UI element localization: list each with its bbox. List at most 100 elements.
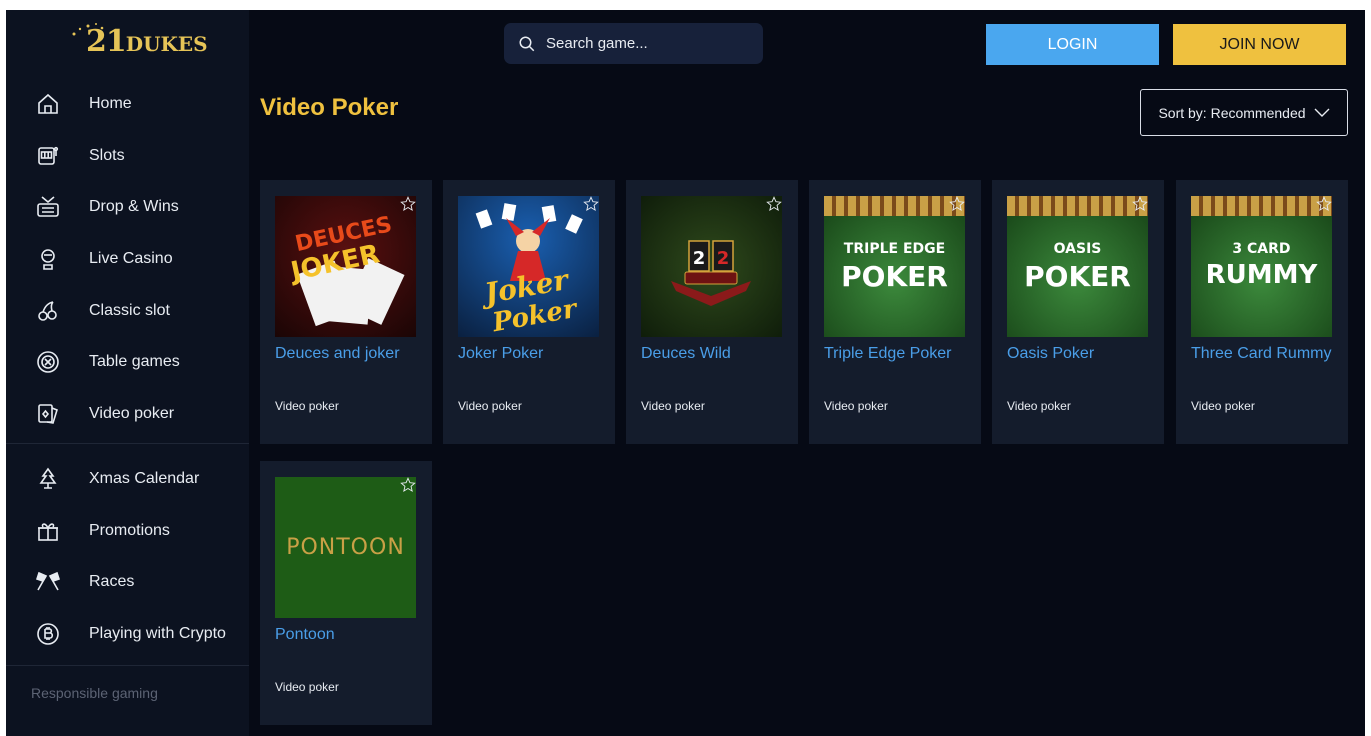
drops-wins-icon — [36, 195, 60, 219]
cherries-icon — [36, 299, 60, 323]
cards-art-icon: DEUCES JOKER — [286, 212, 405, 327]
sort-label: Sort by: Recommended — [1158, 104, 1306, 121]
art-text: POKER — [1024, 260, 1131, 293]
sidebar-item-label: Classic slot — [89, 301, 170, 319]
favorite-star-icon[interactable] — [766, 196, 784, 214]
game-card-joker-poker[interactable]: Joker Poker Joker Poker Video poker — [443, 180, 615, 444]
game-category: Video poker — [1007, 399, 1071, 413]
home-icon — [36, 92, 60, 116]
sidebar-item-label: Home — [89, 94, 132, 112]
slot-machine-icon — [36, 144, 60, 168]
game-card-triple-edge-poker[interactable]: TRIPLE EDGE POKER Triple Edge Poker Vide… — [809, 180, 981, 444]
art-text: TRIPLE EDGE — [843, 241, 946, 257]
game-card-pontoon[interactable]: PONTOON Pontoon Video poker — [260, 461, 432, 725]
sidebar-nav-secondary: Xmas Calendar Promotions Races Playing w… — [6, 453, 249, 660]
search-icon — [519, 36, 535, 51]
search-input[interactable]: Search game... — [504, 23, 763, 64]
sidebar-item-label: Table games — [89, 353, 180, 371]
favorite-star-icon[interactable] — [400, 477, 418, 495]
sidebar-item-label: Xmas Calendar — [89, 469, 200, 487]
dealer-icon — [36, 247, 60, 271]
sidebar-item-label: Live Casino — [89, 249, 173, 267]
game-category: Video poker — [275, 680, 339, 694]
art-text: OASIS — [1053, 241, 1102, 257]
game-title[interactable]: Pontoon — [275, 623, 420, 646]
game-card-deuces-and-joker[interactable]: DEUCES JOKER Deuces and joker Video poke… — [260, 180, 432, 444]
game-thumbnail: OASIS POKER — [1007, 196, 1148, 337]
svg-text:2: 2 — [693, 248, 706, 269]
game-category: Video poker — [641, 399, 705, 413]
sidebar-item-label: Playing with Crypto — [89, 624, 226, 642]
sidebar-item-label: Promotions — [89, 521, 170, 539]
joker-art-icon: Joker Poker — [475, 203, 583, 337]
sidebar-item-home[interactable]: Home — [6, 78, 249, 130]
game-thumbnail: TRIPLE EDGE POKER — [824, 196, 965, 337]
sidebar-nav: Home Slots Drop & Wins Live Casino Class… — [6, 78, 249, 440]
sidebar-item-label: Drop & Wins — [89, 198, 179, 216]
game-card-deuces-wild[interactable]: 2 2 Deuces Wild Video poker — [626, 180, 798, 444]
game-title[interactable]: Deuces and joker — [275, 342, 420, 365]
sidebar-item-slots[interactable]: Slots — [6, 130, 249, 182]
bitcoin-icon — [36, 622, 60, 646]
deuces-badge-icon: 2 2 — [671, 240, 751, 306]
art-text: RUMMY — [1205, 260, 1318, 290]
table-rail — [1191, 196, 1332, 216]
art-text: 3 CARD — [1232, 241, 1291, 257]
favorite-star-icon[interactable] — [1316, 196, 1334, 214]
logo-text: 21DUKES — [86, 24, 208, 59]
favorite-star-icon[interactable] — [400, 196, 418, 214]
svg-text:2: 2 — [717, 248, 730, 269]
brand-logo[interactable]: 21DUKES — [66, 20, 208, 60]
app-frame: 21DUKES Home Slots Drop & Wins Live Casi… — [6, 10, 1365, 736]
game-title[interactable]: Oasis Poker — [1007, 342, 1152, 365]
favorite-star-icon[interactable] — [1132, 196, 1150, 214]
table-rail — [824, 196, 965, 216]
game-title[interactable]: Three Card Rummy — [1191, 342, 1336, 365]
art-text: PONTOON — [286, 535, 405, 560]
art-text: POKER — [841, 260, 948, 293]
game-thumbnail: PONTOON — [275, 477, 416, 618]
search-placeholder: Search game... — [546, 35, 648, 52]
casino-chip-icon — [36, 350, 60, 374]
chevron-down-icon — [1314, 108, 1330, 117]
game-category: Video poker — [824, 399, 888, 413]
sidebar-item-classic-slot[interactable]: Classic slot — [6, 285, 249, 337]
game-title[interactable]: Triple Edge Poker — [824, 342, 969, 365]
favorite-star-icon[interactable] — [583, 196, 601, 214]
table-rail — [1007, 196, 1148, 216]
page-title: Video Poker — [260, 94, 399, 121]
cards-icon — [36, 402, 60, 426]
race-flags-icon — [36, 570, 60, 594]
game-thumbnail: 2 2 — [641, 196, 782, 337]
sidebar-item-races[interactable]: Races — [6, 556, 249, 608]
game-category: Video poker — [275, 399, 339, 413]
game-category: Video poker — [1191, 399, 1255, 413]
game-title[interactable]: Joker Poker — [458, 342, 603, 365]
join-now-button[interactable]: JOIN NOW — [1173, 24, 1346, 65]
game-card-three-card-rummy[interactable]: 3 CARD RUMMY Three Card Rummy Video poke… — [1176, 180, 1348, 444]
gift-icon — [36, 519, 60, 543]
favorite-star-icon[interactable] — [949, 196, 967, 214]
game-category: Video poker — [458, 399, 522, 413]
sidebar-divider — [6, 665, 249, 666]
sidebar-item-crypto[interactable]: Playing with Crypto — [6, 608, 249, 660]
sidebar-item-drops-wins[interactable]: Drop & Wins — [6, 181, 249, 233]
sort-dropdown[interactable]: Sort by: Recommended — [1140, 89, 1348, 136]
sidebar-item-xmas-calendar[interactable]: Xmas Calendar — [6, 453, 249, 505]
responsible-gaming-link[interactable]: Responsible gaming — [31, 685, 158, 701]
game-title[interactable]: Deuces Wild — [641, 342, 786, 365]
game-thumbnail: 3 CARD RUMMY — [1191, 196, 1332, 337]
sidebar-divider — [6, 443, 249, 444]
sidebar-item-video-poker[interactable]: Video poker — [6, 388, 249, 440]
sidebar-item-label: Races — [89, 573, 135, 591]
xmas-tree-icon — [36, 467, 60, 491]
game-card-oasis-poker[interactable]: OASIS POKER Oasis Poker Video poker — [992, 180, 1164, 444]
sidebar-item-live-casino[interactable]: Live Casino — [6, 233, 249, 285]
sidebar-item-label: Video poker — [89, 404, 175, 422]
login-button[interactable]: LOGIN — [986, 24, 1159, 65]
sidebar-item-table-games[interactable]: Table games — [6, 336, 249, 388]
game-thumbnail: Joker Poker — [458, 196, 599, 337]
sidebar-item-label: Slots — [89, 146, 125, 164]
sidebar: 21DUKES Home Slots Drop & Wins Live Casi… — [6, 10, 249, 736]
sidebar-item-promotions[interactable]: Promotions — [6, 505, 249, 557]
